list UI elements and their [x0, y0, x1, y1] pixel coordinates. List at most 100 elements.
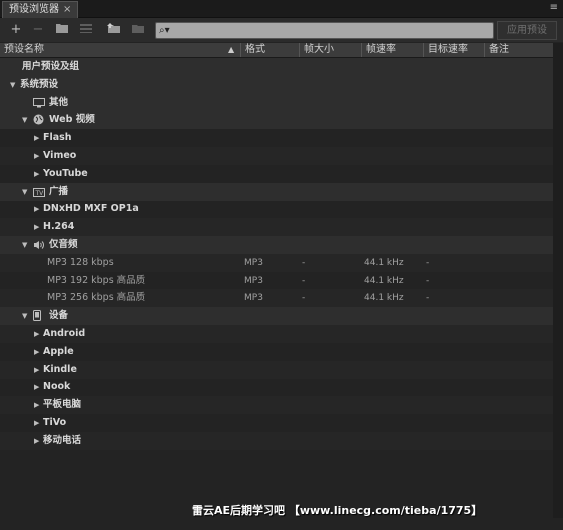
expanded-arrow-icon[interactable]: ▼ — [22, 307, 27, 325]
tree-group-row[interactable]: ▼ TV 广播 — [0, 182, 553, 201]
col-frame-size[interactable]: 帧大小 — [299, 43, 361, 57]
cell-format: MP3 — [244, 275, 263, 286]
row-label: MP3 128 kbps — [47, 256, 114, 268]
row-label: Android — [43, 328, 86, 339]
row-label: Flash — [43, 132, 72, 144]
list-icon[interactable] — [78, 22, 94, 38]
row-label: Kindle — [43, 363, 77, 375]
row-label: MP3 256 kbps 高品质 — [47, 292, 146, 304]
tree-group-row[interactable]: ▶ Apple — [0, 343, 553, 361]
search-field[interactable]: ⌕▾ — [155, 22, 494, 39]
row-label: DNxHD MXF OP1a — [43, 203, 139, 215]
export-icon[interactable] — [130, 22, 146, 38]
tree-group-row[interactable]: ▼ 系统预设 — [0, 75, 553, 94]
preset-row[interactable]: MP3 192 kbps 高品质 MP3 - 44.1 kHz - — [0, 272, 553, 290]
tab-preset-browser[interactable]: 预设浏览器 × — [2, 1, 79, 18]
collapsed-arrow-icon[interactable]: ▶ — [34, 361, 39, 379]
new-folder-icon[interactable] — [54, 22, 70, 38]
tree-group-row[interactable]: ▶ DNxHD MXF OP1a — [0, 200, 553, 218]
search-icon: ⌕▾ — [159, 25, 170, 36]
tree-group-row[interactable]: ▶ YouTube — [0, 165, 553, 183]
collapsed-arrow-icon[interactable]: ▶ — [34, 129, 39, 147]
preset-row[interactable]: MP3 128 kbps MP3 - 44.1 kHz - — [0, 253, 553, 272]
import-icon[interactable] — [106, 22, 122, 38]
row-label: 广播 — [49, 185, 69, 197]
watermark-text: 雷云AE后期学习吧 【www.linecg.com/tieba/1775】 — [192, 504, 483, 517]
close-icon[interactable]: × — [63, 4, 71, 15]
sort-ascending-icon[interactable]: ▲ — [228, 43, 234, 57]
row-label: 其他 — [49, 96, 69, 108]
tree-group-row[interactable]: 其他 — [0, 93, 553, 112]
cell-format: MP3 — [244, 293, 263, 304]
toolbar: + − ⌕▾ 应用预设 — [0, 18, 563, 42]
row-label: 设备 — [49, 310, 69, 322]
panel-menu-icon[interactable]: ≡ — [550, 2, 558, 13]
scrollbar[interactable] — [553, 43, 563, 518]
tree-group-row[interactable]: ▶ H.264 — [0, 218, 553, 237]
cell-target-rate: - — [426, 257, 430, 268]
search-input[interactable] — [178, 23, 483, 38]
collapsed-arrow-icon[interactable]: ▶ — [34, 414, 39, 432]
tree-group-row[interactable]: ▶ TiVo — [0, 414, 553, 432]
col-preset-name[interactable]: 预设名称 — [0, 43, 240, 57]
collapsed-arrow-icon[interactable]: ▶ — [34, 378, 39, 396]
svg-text:TV: TV — [35, 190, 45, 197]
apply-preset-button[interactable]: 应用预设 — [497, 21, 557, 40]
tree-group-row[interactable]: ▶ Kindle — [0, 360, 553, 379]
row-label: Web 视频 — [49, 114, 95, 126]
collapsed-arrow-icon[interactable]: ▶ — [34, 147, 39, 165]
tree-group-row[interactable]: ▶ 移动电话 — [0, 431, 553, 450]
cell-frame-size: - — [302, 257, 306, 268]
tree-group-row[interactable]: ▶ Flash — [0, 129, 553, 147]
tree-group-row[interactable]: ▶ 平板电脑 — [0, 396, 553, 415]
cell-target-rate: - — [426, 275, 430, 286]
tree-group-row[interactable]: 用户预设及组 — [0, 58, 553, 76]
row-label: 用户预设及组 — [22, 61, 80, 72]
expanded-arrow-icon[interactable]: ▼ — [10, 76, 15, 94]
cell-frame-size: - — [302, 293, 306, 304]
preset-browser-panel: 预设浏览器 × ≡ + − ⌕▾ 应用预设 预设名称 ▲ 格式 帧大小 帧速率 目… — [0, 0, 563, 530]
row-label: MP3 192 kbps 高品质 — [47, 274, 146, 286]
column-header: 预设名称 ▲ 格式 帧大小 帧速率 目标速率 备注 — [0, 43, 553, 58]
expanded-arrow-icon[interactable]: ▼ — [22, 111, 27, 129]
row-label: Nook — [43, 381, 71, 393]
tree-group-row[interactable]: ▼ Web 视频 — [0, 111, 553, 130]
preset-list: 用户预设及组 ▼ 系统预设 其他 ▼ Web 视频 ▶ Flash ▶ Vimeo ▶ YouTube… — [0, 58, 553, 518]
tree-group-row[interactable]: ▶ Android — [0, 325, 553, 343]
tree-group-row[interactable]: ▶ Nook — [0, 378, 553, 396]
row-label: 平板电脑 — [43, 399, 82, 411]
row-label: 仅音频 — [49, 239, 78, 250]
tree-group-row[interactable]: ▶ Vimeo — [0, 147, 553, 165]
cell-format: MP3 — [244, 257, 263, 268]
tree-group-row[interactable]: ▼ 仅音频 — [0, 236, 553, 254]
collapsed-arrow-icon[interactable]: ▶ — [34, 218, 39, 236]
minus-icon[interactable]: − — [30, 22, 46, 38]
preset-row[interactable]: MP3 256 kbps 高品质 MP3 - 44.1 kHz - — [0, 289, 553, 308]
cell-frame-rate: 44.1 kHz — [364, 293, 404, 304]
tab-title: 预设浏览器 — [9, 4, 59, 15]
row-label: H.264 — [43, 221, 75, 233]
collapsed-arrow-icon[interactable]: ▶ — [34, 432, 39, 450]
expanded-arrow-icon[interactable]: ▼ — [22, 236, 27, 254]
cell-frame-rate: 44.1 kHz — [364, 275, 404, 286]
collapsed-arrow-icon[interactable]: ▶ — [34, 165, 39, 183]
col-comment[interactable]: 备注 — [484, 43, 553, 57]
col-format[interactable]: 格式 — [240, 43, 299, 57]
plus-icon[interactable]: + — [8, 22, 24, 38]
row-label: YouTube — [43, 167, 88, 179]
collapsed-arrow-icon[interactable]: ▶ — [34, 343, 39, 361]
tree-group-row[interactable]: ▼ 设备 — [0, 307, 553, 326]
row-label: Apple — [43, 345, 74, 357]
cell-frame-rate: 44.1 kHz — [364, 257, 404, 268]
collapsed-arrow-icon[interactable]: ▶ — [34, 325, 39, 343]
col-target-rate[interactable]: 目标速率 — [423, 43, 484, 57]
row-label: TiVo — [43, 417, 67, 428]
cell-frame-size: - — [302, 275, 306, 286]
collapsed-arrow-icon[interactable]: ▶ — [34, 396, 39, 414]
row-label: 系统预设 — [20, 78, 59, 90]
expanded-arrow-icon[interactable]: ▼ — [22, 183, 27, 201]
col-frame-rate[interactable]: 帧速率 — [361, 43, 423, 57]
collapsed-arrow-icon[interactable]: ▶ — [34, 200, 39, 218]
panel-tab-bar: 预设浏览器 × ≡ — [0, 0, 563, 18]
cell-target-rate: - — [426, 293, 430, 304]
